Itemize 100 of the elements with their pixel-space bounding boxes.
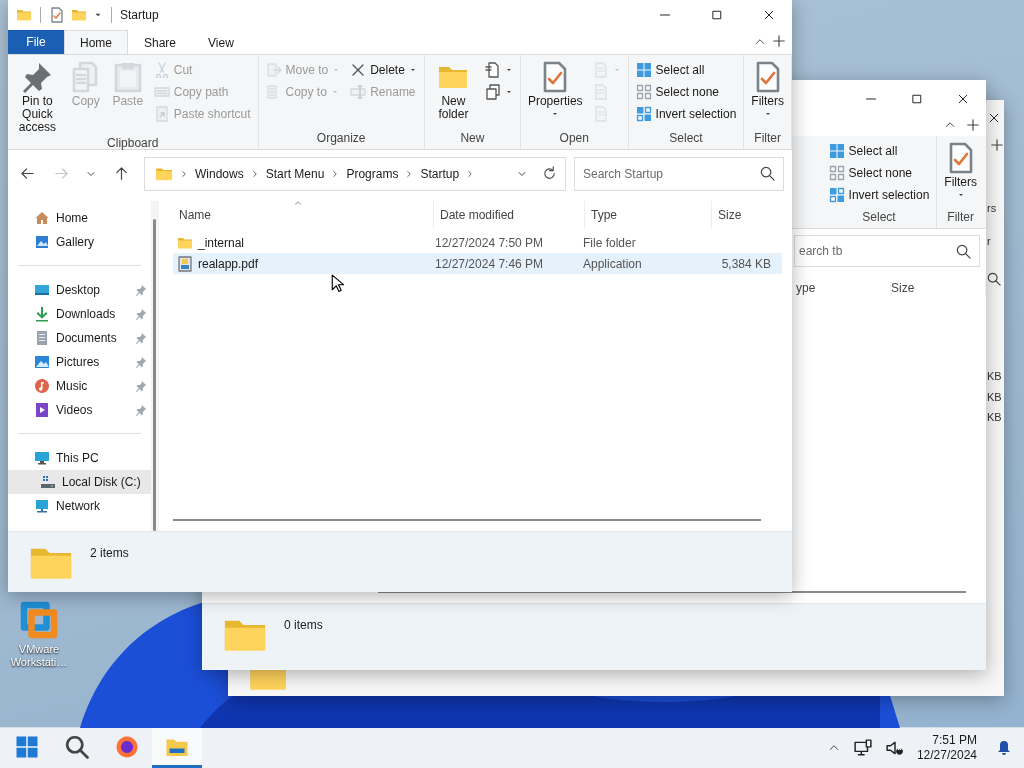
column-header[interactable]: Size [891,281,986,295]
file-row[interactable]: realapp.pdf 12/27/2024 7:46 PM Application 5,384 KB [173,253,782,275]
ribbon-icon-button[interactable] [484,59,513,80]
address-bar[interactable]: Windows Start Menu Programs Startup [144,156,566,191]
chevron-right-icon [179,168,189,179]
sidebar-item[interactable]: Gallery [8,230,151,255]
page-icon [592,61,609,78]
picture-icon [34,354,50,371]
page-stack-icon [484,83,501,100]
ribbon-button[interactable]: Filters [940,140,981,210]
sidebar-item[interactable]: Network [8,494,151,519]
ribbon-button[interactable]: Select none [635,81,737,102]
close-icon [763,9,775,21]
download-icon [34,306,50,323]
breadcrumb[interactable]: Start Menu [265,166,325,181]
close-icon [988,112,1000,124]
home-icon [34,210,50,227]
type-cell-text: Application [582,256,643,271]
ribbon-tab[interactable]: Share [128,30,193,54]
invert-selection-icon [635,105,652,122]
column-header[interactable]: Size [712,201,782,230]
file-explorer-taskbar-button[interactable] [152,728,202,768]
sidebar-item[interactable]: This PC [8,446,151,471]
select-all-icon [828,142,845,159]
search-input[interactable]: earch tb [795,243,956,259]
ribbon-button[interactable]: Filters [747,59,788,131]
column-header[interactable]: Type [585,201,712,230]
search-field[interactable]: Search Startup [574,156,784,191]
column-header[interactable]: ype [796,281,891,295]
group-label: Filter [753,131,782,147]
muted-speaker-icon [885,739,904,757]
select-none-icon [828,164,845,181]
folder-icon [71,7,87,23]
ribbon-button[interactable]: Select all [828,140,930,161]
file-row[interactable]: _internal 12/27/2024 7:50 PM File folder [173,232,782,254]
document-icon [34,330,50,347]
file-name: _internal [198,235,245,250]
plus-icon [772,34,786,48]
group-label: Select [861,210,897,226]
window-title: Startup [120,8,159,22]
ribbon-button[interactable]: Select none [828,162,930,183]
ribbon-tab[interactable]: Home [64,30,128,54]
ribbon-button[interactable]: Invert selection [635,103,737,124]
horizontal-scrollbar[interactable] [173,519,761,522]
type-cell-text: File folder [582,235,637,250]
clock-time[interactable]: 7:51 PM [932,733,977,748]
ribbon-button[interactable]: New folder [427,59,479,131]
shortcut-icon [153,105,170,122]
group-label: Filter [946,210,975,226]
sidebar-item[interactable]: Music [8,374,151,399]
select-none-icon [635,83,652,100]
video-icon [34,402,50,419]
item-count: 0 items [284,617,323,632]
checked-page-icon [49,7,65,23]
group-label: Open [558,131,590,147]
ribbon-label-fragment: rs [987,202,997,214]
group-label: Clipboard [106,136,160,152]
ribbon-button[interactable]: Invert selection [828,184,930,205]
ribbon-tab[interactable]: View [192,30,250,54]
breadcrumb[interactable]: Windows [195,166,244,181]
ribbon-button[interactable]: Pin to Quick access [11,59,64,136]
search-input[interactable]: Search Startup [575,165,760,182]
application-icon [177,255,193,272]
file-menu-button[interactable]: File [8,30,64,54]
breadcrumb[interactable]: Programs [346,166,399,181]
sidebar-item[interactable]: Desktop [8,278,151,303]
sidebar-item[interactable]: Pictures [8,350,151,375]
music-note-icon [34,378,50,395]
column-header[interactable]: Date modified [434,201,585,230]
plus-icon [990,138,1004,152]
sidebar-item[interactable]: Home [8,206,151,231]
search-field[interactable]: earch tb [794,235,980,267]
maximize-icon [711,9,723,21]
size-cell-text: 5,384 KB [720,256,771,271]
size-fragment: KB [987,411,1002,423]
breadcrumb[interactable]: Startup [420,166,460,181]
search-icon [956,243,971,259]
clock-date[interactable]: 12/27/2024 [916,748,977,763]
pin-icon [134,308,147,321]
ribbon-icon-button[interactable] [484,81,513,102]
maximize-icon [911,93,923,105]
column-header[interactable]: Name [173,201,434,230]
browser-icon [115,734,139,759]
pin-icon [21,61,54,93]
bell-icon [996,740,1012,756]
sidebar-item[interactable]: Downloads [8,302,151,327]
move-icon [265,61,282,78]
gallery-icon [34,234,50,251]
pin-icon [134,332,147,345]
sidebar-item[interactable]: Videos [8,398,151,423]
pin-icon [134,404,147,417]
search-icon [987,272,1001,286]
ribbon-button[interactable]: Properties [523,59,587,131]
sidebar-item[interactable]: Documents [8,326,151,351]
drive-icon [40,474,56,491]
vertical-scrollbar[interactable] [153,219,157,532]
ribbon-button[interactable]: Select all [635,59,737,80]
item-count: 2 items [90,545,129,561]
sidebar-item[interactable]: Local Disk (C:) [8,470,151,495]
ribbon-button[interactable]: Delete [350,59,417,80]
